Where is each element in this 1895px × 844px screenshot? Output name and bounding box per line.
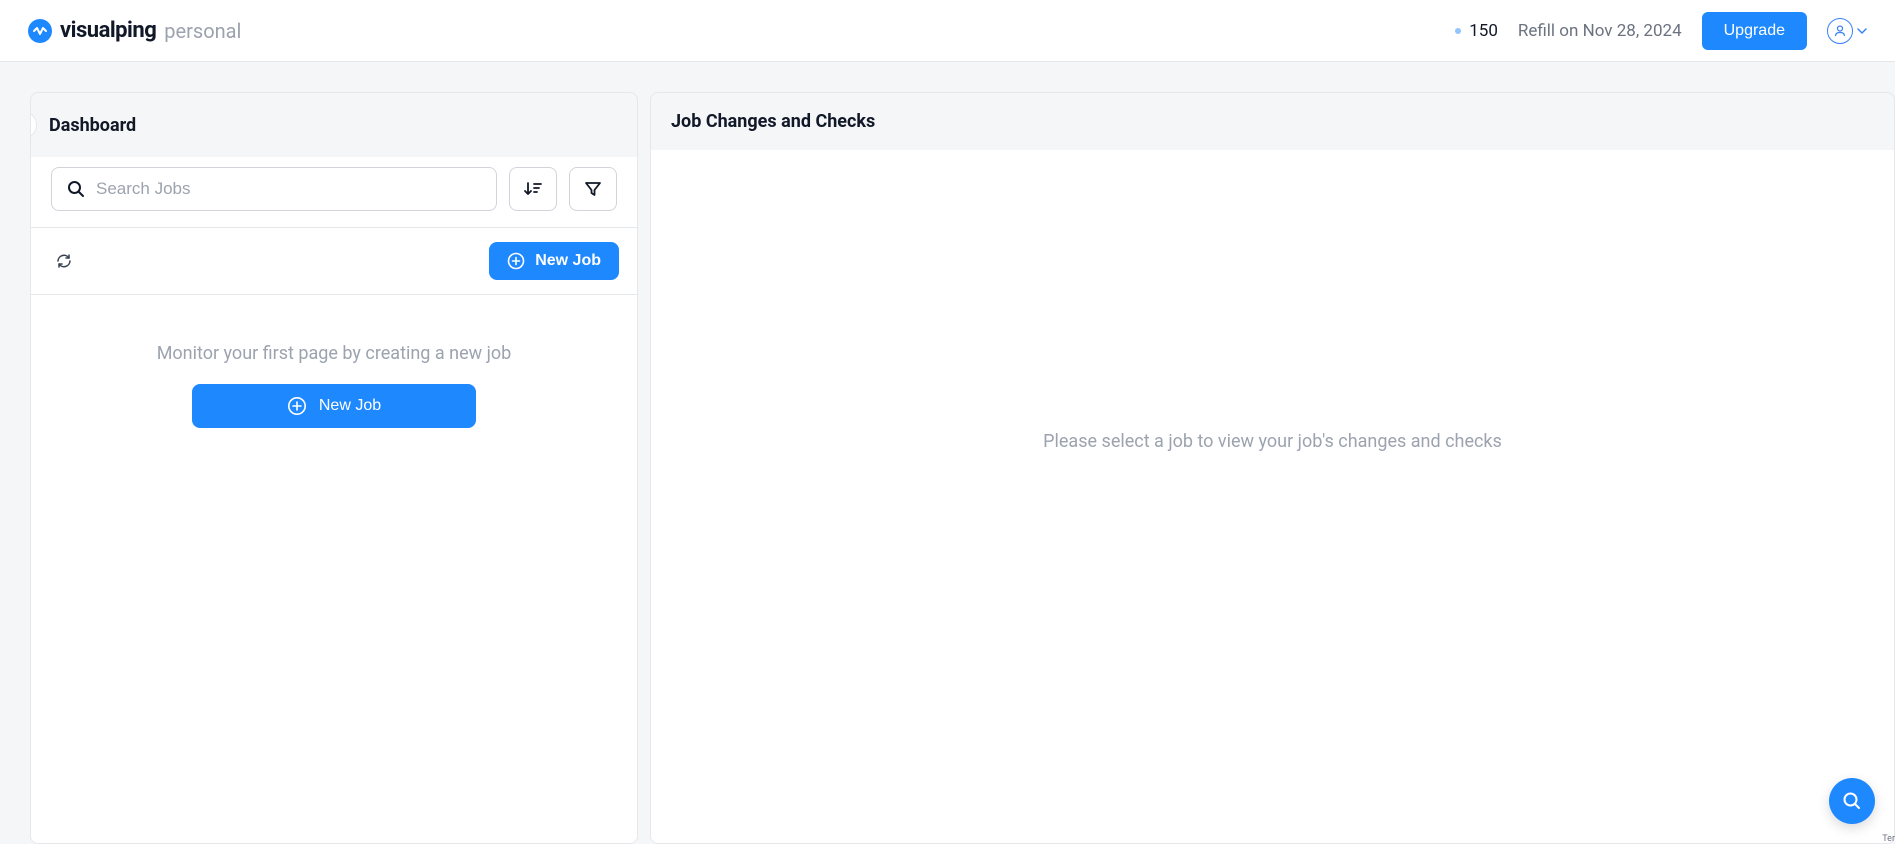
credits-value: 150: [1469, 21, 1498, 41]
dashboard-panel: Dashboard: [30, 92, 638, 844]
empty-state: Monitor your first page by creating a ne…: [31, 295, 637, 843]
changes-placeholder: Please select a job to view your job's c…: [1043, 431, 1502, 452]
changes-header: Job Changes and Checks: [651, 93, 1894, 150]
logo[interactable]: visualping personal: [28, 18, 241, 43]
logo-suffix: personal: [164, 19, 241, 43]
filter-button[interactable]: [569, 167, 617, 211]
header-right: 150 Refill on Nov 28, 2024 Upgrade: [1455, 12, 1867, 50]
search-input[interactable]: [96, 179, 482, 199]
plus-circle-icon: [507, 252, 525, 270]
credits-dot-icon: [1455, 28, 1461, 34]
chevron-down-icon: [1857, 28, 1867, 34]
changes-title: Job Changes and Checks: [671, 111, 875, 132]
new-job-cta-button[interactable]: New Job: [192, 384, 476, 428]
plus-circle-icon: [287, 396, 307, 416]
logo-text: visualping: [60, 18, 156, 43]
app-header: visualping personal 150 Refill on Nov 28…: [0, 0, 1895, 62]
main-content: Dashboard: [0, 62, 1895, 844]
user-menu[interactable]: [1827, 18, 1867, 44]
changes-body: Please select a job to view your job's c…: [651, 150, 1894, 843]
empty-message: Monitor your first page by creating a ne…: [157, 343, 512, 364]
search-icon: [66, 179, 86, 199]
dashboard-header: Dashboard: [31, 93, 637, 157]
credits-display[interactable]: 150: [1455, 21, 1498, 41]
help-button[interactable]: [1829, 778, 1875, 824]
avatar-icon: [1827, 18, 1853, 44]
changes-panel: Job Changes and Checks Please select a j…: [650, 92, 1895, 844]
refill-date: Refill on Nov 28, 2024: [1518, 21, 1682, 41]
expand-sidebar-button[interactable]: [30, 111, 37, 139]
sort-button[interactable]: [509, 167, 557, 211]
dashboard-title: Dashboard: [49, 115, 136, 136]
refresh-button[interactable]: [49, 246, 79, 276]
refresh-icon: [56, 253, 72, 269]
upgrade-button[interactable]: Upgrade: [1702, 12, 1807, 50]
new-job-label: New Job: [535, 252, 601, 270]
new-job-cta-label: New Job: [319, 397, 381, 415]
new-job-button[interactable]: New Job: [489, 242, 619, 280]
sort-icon: [523, 179, 543, 199]
visualping-logo-icon: [28, 19, 52, 43]
filter-icon: [584, 180, 602, 198]
search-input-wrap[interactable]: [51, 167, 497, 211]
action-row: New Job: [31, 228, 637, 295]
search-row: [31, 157, 637, 228]
ter-label: Ter: [1882, 834, 1895, 844]
help-search-icon: [1841, 790, 1863, 812]
